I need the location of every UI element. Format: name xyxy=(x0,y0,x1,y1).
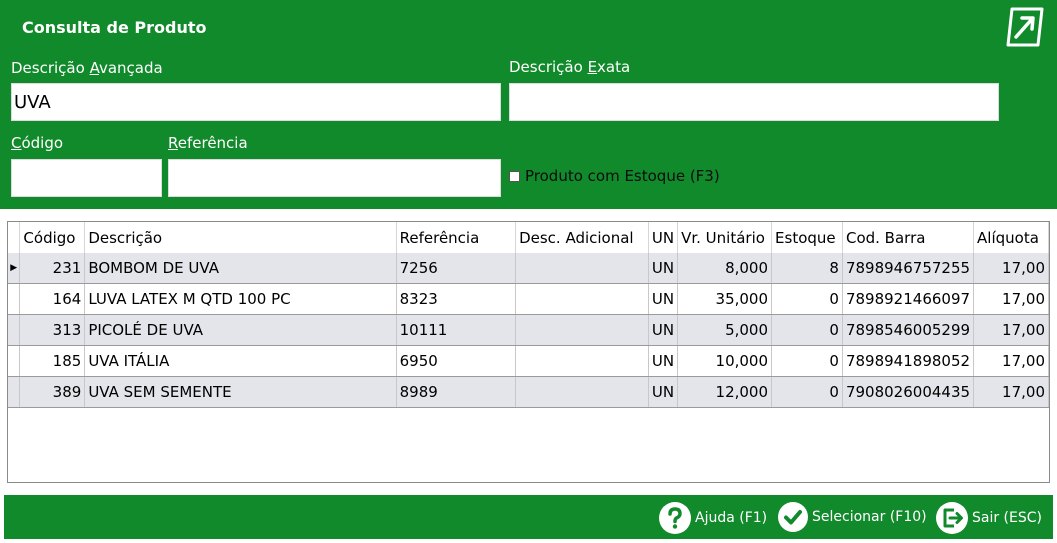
column-header-un[interactable]: UN xyxy=(648,222,679,253)
ajuda-label: Ajuda (F1) xyxy=(695,510,768,526)
cell-codigo[interactable]: 313 xyxy=(19,314,86,346)
descricao-exata-label: Descrição Exata xyxy=(509,58,631,76)
cell-estoque[interactable]: 0 xyxy=(771,314,843,346)
cell-un[interactable]: UN xyxy=(648,376,679,408)
codigo-input[interactable] xyxy=(11,159,162,197)
grid-header-row: Código Descrição Referência Desc. Adicio… xyxy=(8,222,1049,253)
referencia-input[interactable] xyxy=(168,159,501,197)
referencia-label: Referência xyxy=(168,134,248,152)
column-header-estoque[interactable]: Estoque xyxy=(771,222,843,253)
column-header-codigo[interactable]: Código xyxy=(19,222,86,253)
cell-estoque[interactable]: 0 xyxy=(771,283,843,315)
cell-desc-adicional[interactable] xyxy=(515,283,649,315)
column-header-aliquota[interactable]: Alíquota xyxy=(973,222,1049,253)
grid-indicator-header xyxy=(8,222,21,253)
cell-cod-barra[interactable]: 7898941898052 xyxy=(842,345,975,377)
cell-desc-adicional[interactable] xyxy=(515,376,649,408)
sair-button[interactable]: Sair (ESC) xyxy=(935,501,1042,535)
cell-aliquota[interactable]: 17,00 xyxy=(973,376,1049,408)
row-indicator xyxy=(8,376,21,408)
column-header-desc-adicional[interactable]: Desc. Adicional xyxy=(515,222,649,253)
descricao-exata-input[interactable] xyxy=(509,83,999,121)
exit-app-icon[interactable] xyxy=(1002,5,1046,49)
produto-com-estoque-option[interactable]: Produto com Estoque (F3) xyxy=(509,167,720,185)
cell-vr-unitario[interactable]: 5,000 xyxy=(677,314,773,346)
row-indicator xyxy=(8,345,21,377)
cell-desc-adicional[interactable] xyxy=(515,314,649,346)
row-indicator xyxy=(8,314,21,346)
cell-estoque[interactable]: 0 xyxy=(771,376,843,408)
cell-cod-barra[interactable]: 7898921466097 xyxy=(842,283,975,315)
cell-aliquota[interactable]: 17,00 xyxy=(973,314,1049,346)
cell-referencia[interactable]: 8989 xyxy=(396,376,517,408)
help-icon xyxy=(659,502,691,534)
table-row[interactable]: 185 UVA ITÁLIA 6950 UN 10,000 0 78989418… xyxy=(8,345,1049,377)
row-indicator xyxy=(8,283,21,315)
cell-descricao[interactable]: BOMBOM DE UVA xyxy=(84,253,397,284)
cell-aliquota[interactable]: 17,00 xyxy=(973,345,1049,377)
table-row[interactable]: 164 LUVA LATEX M QTD 100 PC 8323 UN 35,0… xyxy=(8,283,1049,315)
cell-referencia[interactable]: 7256 xyxy=(396,253,517,284)
cell-aliquota[interactable]: 17,00 xyxy=(973,253,1049,284)
cell-referencia[interactable]: 10111 xyxy=(396,314,517,346)
descricao-avancada-label: Descrição Avançada xyxy=(11,59,163,77)
selecionar-label: Selecionar (F10) xyxy=(812,509,927,525)
column-header-cod-barra[interactable]: Cod. Barra xyxy=(842,222,975,253)
cell-cod-barra[interactable]: 7898946757255 xyxy=(842,253,975,284)
column-header-referencia[interactable]: Referência xyxy=(396,222,517,253)
cell-cod-barra[interactable]: 7898546005299 xyxy=(842,314,975,346)
product-table: Código Descrição Referência Desc. Adicio… xyxy=(8,222,1049,408)
cell-un[interactable]: UN xyxy=(648,283,679,315)
cell-codigo[interactable]: 231 xyxy=(19,253,86,284)
cell-codigo[interactable]: 389 xyxy=(19,376,86,408)
window-title: Consulta de Produto xyxy=(22,18,207,37)
cell-estoque[interactable]: 0 xyxy=(771,345,843,377)
cell-desc-adicional[interactable] xyxy=(515,253,649,284)
cell-descricao[interactable]: LUVA LATEX M QTD 100 PC xyxy=(84,283,397,315)
cell-vr-unitario[interactable]: 8,000 xyxy=(677,253,773,284)
cell-referencia[interactable]: 6950 xyxy=(396,345,517,377)
ajuda-button[interactable]: Ajuda (F1) xyxy=(658,501,767,535)
product-grid[interactable]: Código Descrição Referência Desc. Adicio… xyxy=(7,221,1050,483)
cell-vr-unitario[interactable]: 10,000 xyxy=(677,345,773,377)
cell-aliquota[interactable]: 17,00 xyxy=(973,283,1049,315)
cell-referencia[interactable]: 8323 xyxy=(396,283,517,315)
table-row[interactable]: ▶ 231 BOMBOM DE UVA 7256 UN 8,000 8 7898… xyxy=(8,253,1049,284)
cell-desc-adicional[interactable] xyxy=(515,345,649,377)
produto-com-estoque-label: Produto com Estoque (F3) xyxy=(525,167,720,185)
header-panel: Consulta de Produto Descrição Avançada D… xyxy=(0,0,1057,209)
row-indicator-icon: ▶ xyxy=(8,253,21,284)
codigo-label: Código xyxy=(11,134,64,152)
cell-estoque[interactable]: 8 xyxy=(771,253,843,284)
cell-descricao[interactable]: UVA SEM SEMENTE xyxy=(84,376,397,408)
sair-label: Sair (ESC) xyxy=(972,510,1042,526)
cell-descricao[interactable]: UVA ITÁLIA xyxy=(84,345,397,377)
check-icon xyxy=(778,502,808,532)
cell-vr-unitario[interactable]: 12,000 xyxy=(677,376,773,408)
cell-un[interactable]: UN xyxy=(648,314,679,346)
cell-codigo[interactable]: 185 xyxy=(19,345,86,377)
table-row[interactable]: 313 PICOLÉ DE UVA 10111 UN 5,000 0 78985… xyxy=(8,314,1049,346)
footer-toolbar: Ajuda (F1) Selecionar (F10) Sair (ESC) xyxy=(4,495,1053,539)
column-header-vr-unitario[interactable]: Vr. Unitário xyxy=(677,222,773,253)
exit-door-icon xyxy=(936,502,968,534)
cell-un[interactable]: UN xyxy=(648,345,679,377)
selecionar-button[interactable]: Selecionar (F10) xyxy=(777,501,927,533)
cell-codigo[interactable]: 164 xyxy=(19,283,86,315)
column-header-descricao[interactable]: Descrição xyxy=(84,222,397,253)
table-row[interactable]: 389 UVA SEM SEMENTE 8989 UN 12,000 0 790… xyxy=(8,376,1049,408)
cell-cod-barra[interactable]: 7908026004435 xyxy=(842,376,975,408)
cell-un[interactable]: UN xyxy=(648,253,679,284)
cell-vr-unitario[interactable]: 35,000 xyxy=(677,283,773,315)
descricao-avancada-input[interactable] xyxy=(11,83,501,121)
cell-descricao[interactable]: PICOLÉ DE UVA xyxy=(84,314,397,346)
produto-com-estoque-checkbox[interactable] xyxy=(509,170,520,182)
